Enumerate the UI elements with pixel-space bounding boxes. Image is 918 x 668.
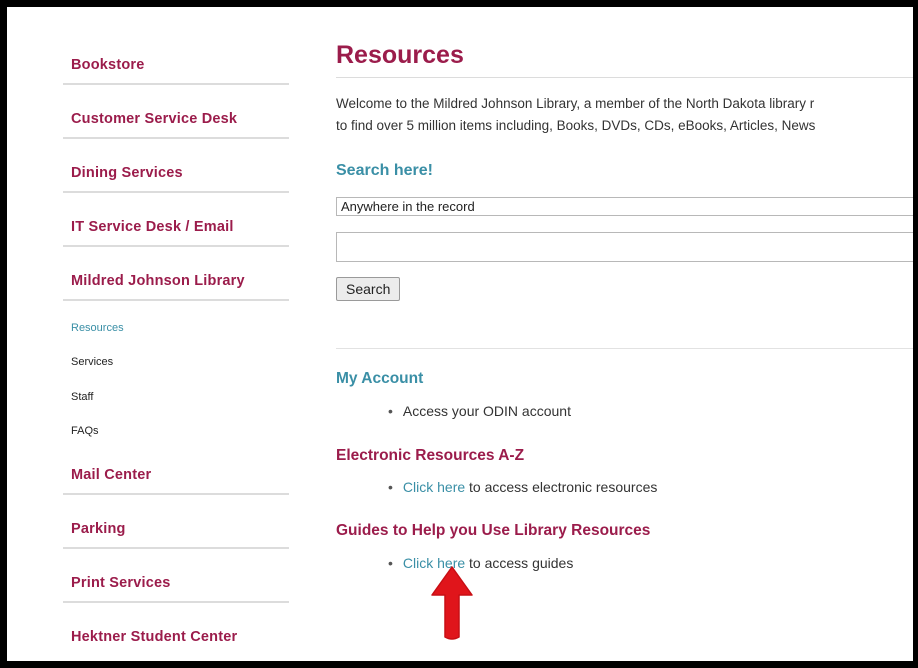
intro-text-line-1: Welcome to the Mildred Johnson Library, … — [336, 96, 815, 111]
guides-heading: Guides to Help you Use Library Resources — [336, 522, 651, 539]
sidebar-item-it-service-desk[interactable]: IT Service Desk / Email — [63, 209, 289, 247]
electronic-resources-bullet-text: to access electronic resources — [465, 479, 658, 495]
search-button[interactable]: Search — [336, 277, 401, 301]
electronic-resources-heading: Electronic Resources A-Z — [336, 447, 525, 464]
sidebar-item-label: Print Services — [71, 575, 171, 591]
sidebar-item-label: Bookstore — [71, 57, 145, 73]
screenshot-frame: Bookstore Customer Service Desk Dining S… — [0, 0, 918, 668]
my-account-bullet-text: Access your ODIN account — [402, 403, 571, 419]
title-divider — [336, 77, 913, 78]
page-title: Resources — [336, 41, 464, 69]
bullet-icon: • — [388, 555, 393, 571]
search-input[interactable] — [336, 232, 913, 262]
sidebar-item-label: Hektner Student Center — [71, 629, 238, 645]
bullet-icon: • — [388, 403, 393, 419]
guides-bullet-text: to access guides — [465, 555, 574, 571]
sidebar-item-label: Mildred Johnson Library — [71, 273, 245, 289]
bullet-icon: • — [388, 479, 393, 495]
electronic-resources-link[interactable]: Click here — [403, 479, 465, 495]
sidebar-item-label: Dining Services — [71, 165, 183, 181]
sidebar-item-print-services[interactable]: Print Services — [63, 565, 289, 603]
intro-text-line-2: to find over 5 million items including, … — [336, 118, 816, 133]
sidebar-item-customer-service-desk[interactable]: Customer Service Desk — [63, 101, 289, 139]
sidebar-subitem-staff[interactable]: Staff — [71, 391, 93, 403]
list-item: • Click here to access electronic resourc… — [388, 479, 657, 495]
sidebar-item-mail-center[interactable]: Mail Center — [63, 457, 289, 495]
list-item: • Access your ODIN account — [388, 403, 571, 419]
section-divider — [336, 348, 913, 349]
search-scope-selected-value: Anywhere in the record — [341, 199, 475, 214]
sidebar-item-label: Customer Service Desk — [71, 111, 238, 127]
sidebar-subitem-faqs[interactable]: FAQs — [71, 425, 99, 437]
sidebar-item-parking[interactable]: Parking — [63, 511, 289, 549]
sidebar-item-mildred-johnson-library[interactable]: Mildred Johnson Library — [63, 263, 289, 301]
sidebar-item-bookstore[interactable]: Bookstore — [63, 47, 289, 85]
sidebar-item-hektner-student-center[interactable]: Hektner Student Center — [63, 619, 289, 657]
red-up-arrow-icon — [431, 566, 473, 640]
search-heading: Search here! — [336, 162, 433, 179]
sidebar-subitem-services[interactable]: Services — [71, 356, 113, 368]
search-scope-select[interactable]: Anywhere in the record — [336, 197, 913, 216]
sidebar-item-dining-services[interactable]: Dining Services — [63, 155, 289, 193]
sidebar-item-label: Parking — [71, 521, 126, 537]
sidebar-item-label: IT Service Desk / Email — [71, 219, 234, 235]
my-account-heading[interactable]: My Account — [336, 370, 423, 388]
sidebar-item-label: Mail Center — [71, 467, 152, 483]
sidebar-subitem-resources[interactable]: Resources — [71, 322, 124, 334]
list-item: • Click here to access guides — [388, 555, 573, 571]
